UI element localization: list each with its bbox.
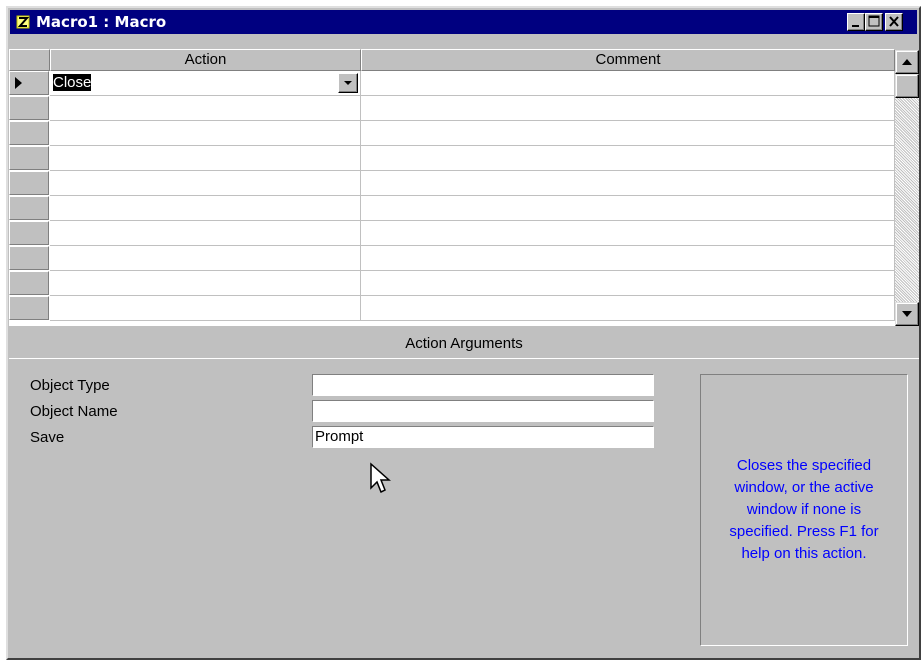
row-selector[interactable]: [9, 71, 49, 95]
arrow-down-icon: [902, 311, 912, 317]
column-header-action[interactable]: Action: [50, 49, 361, 71]
action-dropdown-button[interactable]: [338, 73, 358, 93]
action-cell[interactable]: [50, 121, 361, 146]
minimize-button[interactable]: [847, 13, 865, 31]
chevron-down-icon: [344, 81, 352, 85]
action-cell[interactable]: [50, 171, 361, 196]
help-panel: Closes the specified window, or the acti…: [700, 374, 908, 646]
object-type-field[interactable]: [312, 374, 654, 396]
vertical-scrollbar[interactable]: [895, 50, 919, 326]
action-cell[interactable]: [50, 246, 361, 271]
grid-corner[interactable]: [9, 49, 50, 71]
row-selector[interactable]: [9, 296, 49, 320]
current-row-icon: [15, 77, 22, 89]
comment-cell[interactable]: [361, 96, 895, 121]
mouse-pointer-icon: [370, 462, 391, 494]
save-label: Save: [30, 429, 65, 446]
action-cell[interactable]: [50, 221, 361, 246]
maximize-button[interactable]: [865, 13, 883, 31]
close-icon: [889, 16, 899, 27]
comment-cell[interactable]: [361, 121, 895, 146]
comment-cell[interactable]: [361, 171, 895, 196]
row-selector[interactable]: [9, 246, 49, 270]
arrow-up-icon: [902, 59, 912, 65]
minimize-icon: [852, 25, 859, 27]
help-text: Closes the specified window, or the acti…: [729, 457, 879, 562]
comment-cell[interactable]: [361, 246, 895, 271]
scroll-thumb[interactable]: [895, 74, 919, 98]
row-selector[interactable]: [9, 146, 49, 170]
window-title: Macro1 : Macro: [36, 13, 167, 31]
row-selector[interactable]: [9, 96, 49, 120]
column-header-comment[interactable]: Comment: [361, 49, 895, 71]
comment-cell[interactable]: [361, 196, 895, 221]
comment-cell[interactable]: [361, 146, 895, 171]
close-button[interactable]: [885, 13, 903, 31]
row-selector[interactable]: [9, 121, 49, 145]
row-selector[interactable]: [9, 171, 49, 195]
comment-cell[interactable]: [361, 71, 895, 96]
scroll-up-button[interactable]: [895, 50, 919, 74]
object-name-field[interactable]: [312, 400, 654, 422]
row-selector[interactable]: [9, 271, 49, 295]
action-arguments-header: Action Arguments: [9, 330, 919, 359]
scroll-down-button[interactable]: [895, 302, 919, 326]
action-cell[interactable]: [50, 146, 361, 171]
row-selector[interactable]: [9, 221, 49, 245]
action-cell[interactable]: [50, 296, 361, 321]
action-cell[interactable]: [50, 96, 361, 121]
macro-icon: [16, 15, 30, 29]
action-value: Close: [53, 74, 92, 91]
object-type-label: Object Type: [30, 377, 110, 394]
save-field[interactable]: Prompt: [312, 426, 654, 448]
action-cell[interactable]: Close: [50, 71, 361, 96]
comment-cell[interactable]: [361, 271, 895, 296]
comment-cell[interactable]: [361, 296, 895, 321]
title-bar[interactable]: Macro1 : Macro: [10, 10, 917, 34]
row-selector[interactable]: [9, 196, 49, 220]
object-name-label: Object Name: [30, 403, 118, 420]
action-cell[interactable]: [50, 271, 361, 296]
macro-grid: Action Comment Close: [9, 49, 919, 326]
action-cell[interactable]: [50, 196, 361, 221]
maximize-icon: [868, 15, 880, 27]
comment-cell[interactable]: [361, 221, 895, 246]
